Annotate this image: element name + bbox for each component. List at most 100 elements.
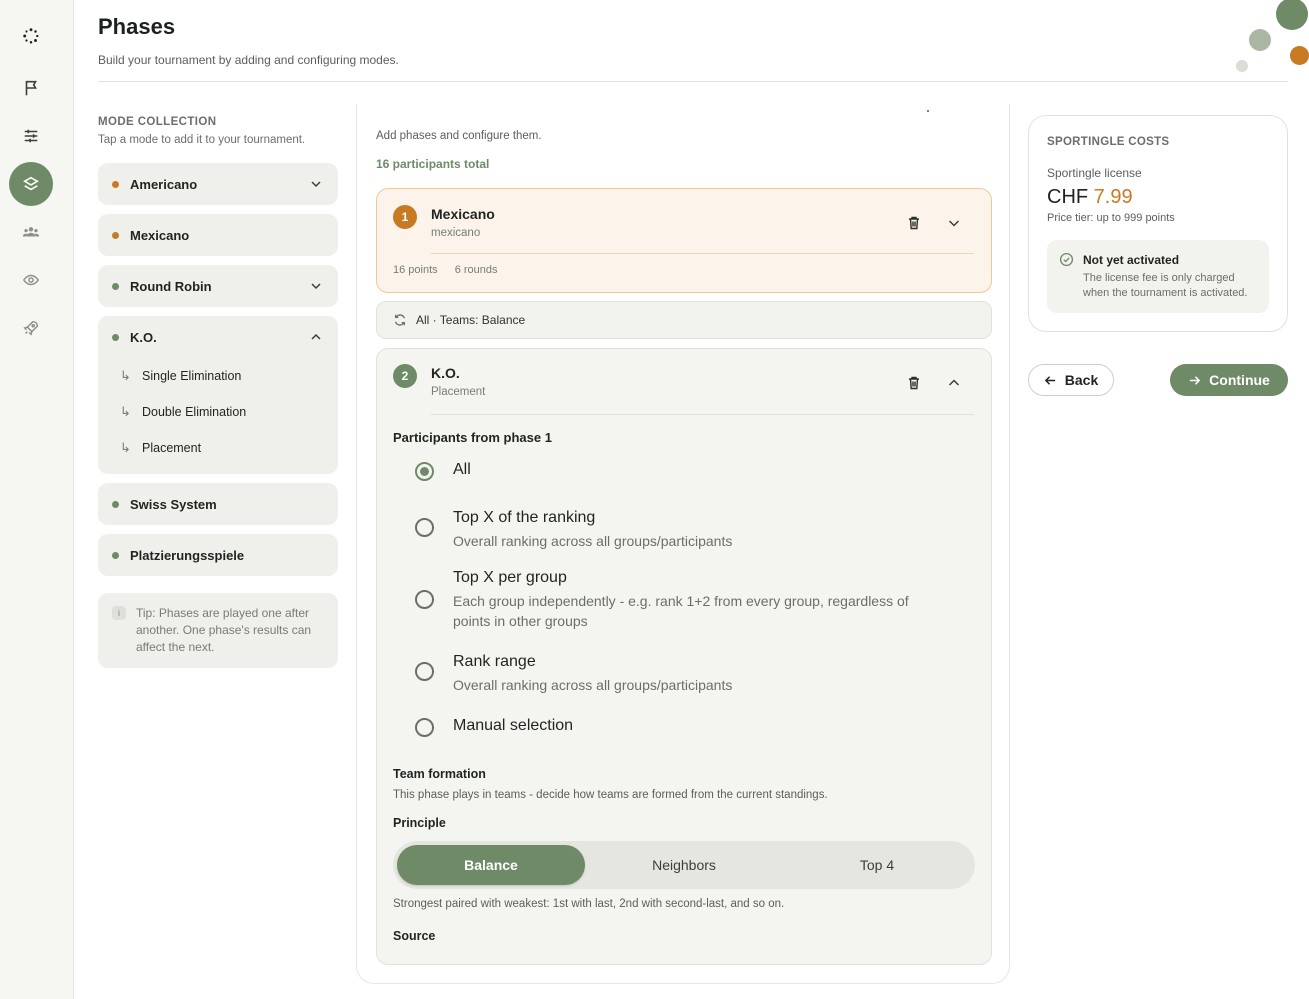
- logo-icon-graphic: [23, 28, 39, 44]
- participants-total: 16 participants total: [376, 157, 490, 171]
- chevron-down-icon[interactable]: [310, 280, 322, 292]
- phase-title: Mexicano: [431, 206, 495, 222]
- sliders-icon[interactable]: [9, 114, 53, 158]
- submode-label: Single Elimination: [142, 369, 242, 383]
- decor-dot: [1276, 0, 1308, 30]
- radio-button[interactable]: [415, 462, 434, 481]
- phase-transition[interactable]: All · Teams: Balance: [376, 301, 992, 339]
- phases-subtitle: Add phases and configure them.: [376, 130, 542, 142]
- price-value: 7.99: [1093, 186, 1133, 208]
- license-price: CHF 7.99: [1047, 186, 1133, 209]
- team-formation-text: This phase plays in teams - decide how t…: [393, 789, 828, 801]
- ko-submode-double[interactable]: ↳ Double Elimination: [98, 394, 338, 430]
- logo-icon[interactable]: [9, 14, 53, 58]
- phase-subtitle: mexicano: [431, 227, 481, 239]
- chevron-up-icon[interactable]: [946, 375, 962, 391]
- mode-label: Platzierungsspiele: [130, 547, 245, 563]
- principle-top4[interactable]: Top 4: [783, 845, 971, 885]
- mode-dot: [112, 231, 119, 239]
- mode-dot: [112, 500, 119, 508]
- price-tier: Price tier: up to 999 points: [1047, 212, 1175, 224]
- arrow-right-icon: [1190, 375, 1201, 385]
- option-label: All: [453, 461, 471, 478]
- mode-platzierungsspiele[interactable]: Platzierungsspiele: [98, 534, 338, 576]
- rocket-icon[interactable]: [9, 306, 53, 350]
- users-icon[interactable]: [9, 210, 53, 254]
- phase-title: K.O.: [431, 365, 460, 381]
- phases-panel: Add phases and configure them. 16 partic…: [356, 104, 1010, 984]
- decor-dot: [1236, 60, 1248, 72]
- tip-text: Tip: Phases are played one after another…: [136, 606, 312, 654]
- nav-rail: [0, 0, 74, 999]
- phase-divider: [431, 414, 974, 415]
- principle-neighbors[interactable]: Neighbors: [590, 845, 778, 885]
- continue-button[interactable]: Continue: [1170, 364, 1288, 396]
- option-desc: Overall ranking across all groups/partic…: [453, 533, 733, 549]
- back-label: Back: [1064, 372, 1099, 388]
- mode-label: Americano: [130, 176, 198, 192]
- mode-mexicano[interactable]: Mexicano: [98, 214, 338, 256]
- flag-icon[interactable]: [9, 66, 53, 110]
- tip-box: i Tip: Phases are played one after anoth…: [98, 593, 338, 668]
- info-icon: i: [112, 606, 126, 620]
- page-title: Phases: [98, 14, 176, 39]
- phase-meta: 16 points 6 rounds: [393, 264, 512, 276]
- decor-dot: [1290, 46, 1309, 65]
- costs-card: SPORTINGLE COSTS Sportingle license CHF …: [1028, 115, 1288, 332]
- sub-arrow-icon: ↳: [120, 404, 131, 419]
- currency: CHF: [1047, 186, 1089, 208]
- option-label: Manual selection: [453, 717, 574, 734]
- phase-divider: [431, 253, 974, 254]
- phase-points: 16 points: [393, 264, 438, 276]
- ko-submode-single[interactable]: ↳ Single Elimination: [98, 358, 338, 394]
- participants-label: Participants from phase 1: [393, 430, 552, 445]
- radio-button[interactable]: [415, 718, 434, 737]
- ko-submode-placement[interactable]: ↳ Placement: [98, 430, 338, 466]
- sub-arrow-icon: ↳: [120, 368, 131, 383]
- refresh-icon: [394, 314, 406, 326]
- mode-dot: [112, 282, 119, 290]
- scroll-indicator: [927, 110, 929, 112]
- mode-round-robin[interactable]: Round Robin: [98, 265, 338, 307]
- option-label: Rank range: [453, 653, 536, 670]
- check-circle-icon: [1059, 252, 1074, 267]
- mode-dot: [112, 333, 119, 341]
- mode-dot: [112, 180, 119, 188]
- continue-label: Continue: [1209, 372, 1270, 388]
- mode-americano[interactable]: Americano: [98, 163, 338, 205]
- chevron-up-icon[interactable]: [310, 331, 322, 343]
- activation-status: Not yet activated The license fee is onl…: [1047, 240, 1269, 313]
- phase-subtitle: Placement: [431, 386, 486, 398]
- chevron-down-icon[interactable]: [946, 215, 962, 231]
- phase-card-1[interactable]: 1 Mexicano mexicano 16 points 6 rounds: [376, 188, 992, 293]
- option-label: Top X per group: [453, 569, 567, 586]
- mode-collection: MODE COLLECTION Tap a mode to add it to …: [98, 116, 338, 668]
- principle-balance[interactable]: Balance: [397, 845, 585, 885]
- mode-swiss-system[interactable]: Swiss System: [98, 483, 338, 525]
- header-divider: [98, 81, 1288, 82]
- principle-desc: Strongest paired with weakest: 1st with …: [393, 898, 785, 910]
- mode-collection-heading: MODE COLLECTION: [98, 116, 217, 128]
- costs-heading: SPORTINGLE COSTS: [1047, 136, 1170, 148]
- radio-button[interactable]: [415, 662, 434, 681]
- radio-button[interactable]: [415, 518, 434, 537]
- eye-icon[interactable]: [9, 258, 53, 302]
- mode-collection-subheading: Tap a mode to add it to your tournament.: [98, 134, 306, 146]
- submode-label: Double Elimination: [142, 405, 247, 419]
- chevron-down-icon[interactable]: [310, 178, 322, 190]
- mode-label: K.O.: [130, 329, 157, 345]
- trash-icon[interactable]: [906, 215, 922, 231]
- trash-icon[interactable]: [906, 375, 922, 391]
- principle-selector: Balance Neighbors Top 4: [393, 841, 975, 889]
- submode-label: Placement: [142, 441, 202, 455]
- page-subtitle: Build your tournament by adding and conf…: [98, 53, 399, 67]
- mode-ko[interactable]: K.O. ↳ Single Elimination ↳ Double Elimi…: [98, 316, 338, 474]
- decor-dot: [1249, 29, 1271, 51]
- radio-button[interactable]: [415, 590, 434, 609]
- principle-label: Principle: [393, 816, 446, 830]
- option-desc: Overall ranking across all groups/partic…: [453, 677, 733, 693]
- phase-number: 2: [393, 364, 417, 388]
- back-button[interactable]: Back: [1028, 364, 1114, 396]
- layers-icon[interactable]: [9, 162, 53, 206]
- arrow-left-icon: [1044, 375, 1055, 385]
